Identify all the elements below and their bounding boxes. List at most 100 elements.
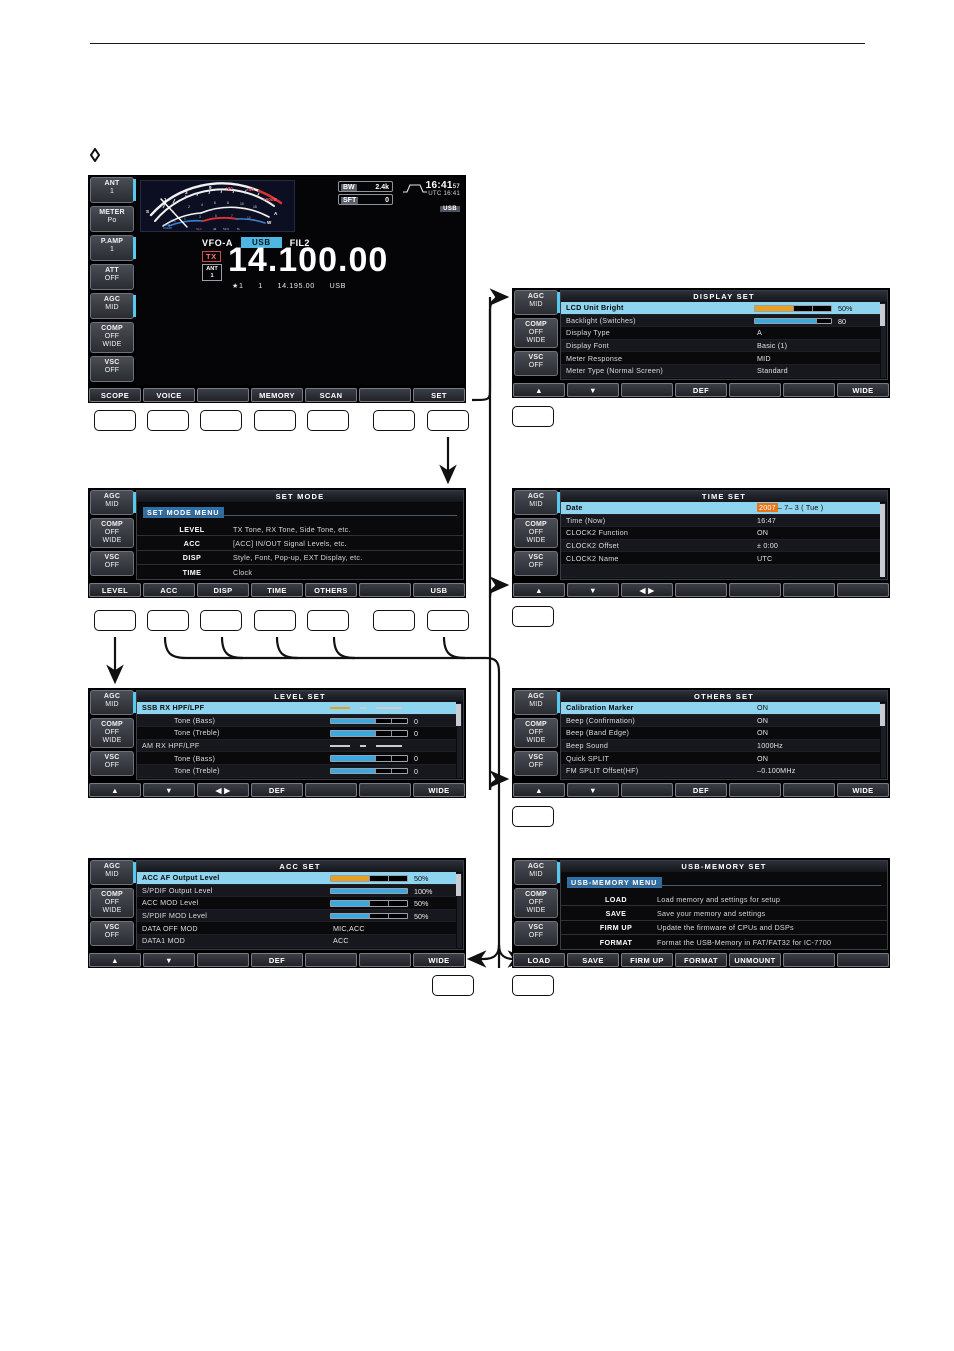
fkey-down[interactable]: ▼ [143,953,195,967]
fkey-def[interactable]: DEF [675,783,727,797]
scrollbar[interactable] [880,303,886,378]
table-row[interactable]: FM SPLIT Offset(HF) –0.100MHz [561,764,880,778]
fkey-scope[interactable]: SCOPE [89,388,141,402]
fkey-wide[interactable]: WIDE [837,783,889,797]
table-row[interactable]: Backlight (Switches) 80 [561,314,880,328]
push-button-disp[interactable] [200,610,242,631]
push-button-acc[interactable] [147,610,189,631]
table-row[interactable]: Beep (Band Edge) ON [561,727,880,740]
table-row[interactable]: Display Type A [561,327,880,340]
table-row[interactable]: LCD Unit Bright 50% [561,302,880,315]
table-row[interactable]: Tone (Bass) 0 [137,714,456,728]
side-button-comp[interactable]: COMP OFF WIDE [514,718,558,748]
table-row[interactable]: FM RX HPF/LPF [137,778,456,780]
usb-memory-item-firmup[interactable]: FIRM UP Update the firmware of CPUs and … [561,921,887,936]
fkey-blank-6[interactable] [197,953,249,967]
fkey-blank-7[interactable] [305,953,357,967]
row-slider[interactable] [754,305,832,312]
side-button-agc[interactable]: AGC MID [514,490,560,515]
fkey-time[interactable]: TIME [251,583,303,597]
date-year-highlight[interactable]: 2007 [757,503,778,513]
side-button-agc[interactable]: AGC MID [514,860,560,885]
side-button-comp[interactable]: COMP OFF WIDE [90,322,134,353]
table-row[interactable]: SSB RX HPF/LPF [137,702,456,715]
fkey-blank-2[interactable] [359,388,411,402]
row-slider[interactable] [330,730,408,737]
push-button-time-up[interactable] [512,606,554,627]
side-button-vsc[interactable]: VSC OFF [514,551,558,576]
set-mode-item-disp[interactable]: DISP Style, Font, Pop-up, EXT Display, e… [137,551,463,566]
row-slider[interactable] [330,755,408,762]
fkey-blank-17[interactable] [729,783,781,797]
fkey-acc[interactable]: ACC [143,583,195,597]
push-button-usb-load[interactable] [512,975,554,996]
side-button-agc[interactable]: AGC MID [514,690,560,715]
side-button-pamp[interactable]: P.AMP 1 [90,235,136,261]
fkey-blank-18[interactable] [783,783,835,797]
table-row[interactable]: CLOCK2 Name UTC [561,552,880,565]
fkey-blank-3[interactable] [359,583,411,597]
fkey-blank-19[interactable] [783,953,835,967]
fkey-def[interactable]: DEF [251,953,303,967]
push-button-level[interactable] [94,610,136,631]
side-button-meter[interactable]: METER Po [90,206,134,232]
side-button-agc[interactable]: AGC MID [514,290,560,315]
table-row[interactable]: ACC MOD Level 50% [137,897,456,910]
fkey-blank-5[interactable] [359,783,411,797]
set-mode-item-time[interactable]: TIME Clock [137,565,463,579]
side-button-vsc[interactable]: VSC OFF [514,921,558,946]
fkey-wide[interactable]: WIDE [837,383,889,397]
fkey-down[interactable]: ▼ [567,783,619,797]
fkey-blank-14[interactable] [783,583,835,597]
fkey-blank-11[interactable] [783,383,835,397]
fkey-usb[interactable]: USB [413,583,465,597]
side-button-vsc[interactable]: VSC OFF [514,751,558,776]
side-button-comp[interactable]: COMP OFF WIDE [90,718,134,748]
scrollbar[interactable] [880,703,886,778]
fkey-leftright[interactable]: ◀ ▶ [197,783,249,797]
side-button-agc[interactable]: AGC MID [90,293,136,319]
fkey-firm-up[interactable]: FIRM UP [621,953,673,967]
fkey-leftright[interactable]: ◀ ▶ [621,583,673,597]
usb-memory-item-save[interactable]: SAVE Save your memory and settings [561,906,887,921]
side-button-vsc[interactable]: VSC OFF [514,351,558,376]
table-row[interactable]: AM RX HPF/LPF [137,739,456,753]
fkey-blank-4[interactable] [305,783,357,797]
fkey-blank-16[interactable] [621,783,673,797]
scrollbar[interactable] [880,503,886,578]
push-button-acc-wide[interactable] [432,975,474,996]
table-row[interactable]: S/PDIF MOD Level 50% [137,909,456,923]
scrollbar[interactable] [456,703,462,778]
push-button-blank2[interactable] [373,410,415,431]
push-button-blank1[interactable] [200,410,242,431]
fkey-wide[interactable]: WIDE [413,783,465,797]
side-button-vsc[interactable]: VSC OFF [90,921,134,946]
fkey-blank-12[interactable] [675,583,727,597]
table-row[interactable]: CLOCK2 Function ON [561,527,880,540]
fkey-up[interactable]: ▲ [513,783,565,797]
fkey-disp[interactable]: DISP [197,583,249,597]
row-slider[interactable] [330,875,408,882]
table-row[interactable]: Meter Type (Normal Screen) Standard [561,364,880,378]
set-mode-item-level[interactable]: LEVEL TX Tone, RX Tone, Side Tone, etc. [137,522,463,537]
fkey-def[interactable]: DEF [675,383,727,397]
fkey-up[interactable]: ▲ [513,383,565,397]
side-button-att[interactable]: ATT OFF [90,264,134,290]
fkey-blank-8[interactable] [359,953,411,967]
table-row[interactable]: Beep (Confirmation) ON [561,714,880,728]
side-button-vsc[interactable]: VSC OFF [90,356,134,382]
table-row[interactable]: Quick SPLIT ON [561,752,880,765]
fkey-format[interactable]: FORMAT [675,953,727,967]
table-row[interactable]: S/PDIF Output Level 100% [137,884,456,898]
fkey-scan[interactable]: SCAN [305,388,357,402]
fkey-blank-1[interactable] [197,388,249,402]
fkey-others[interactable]: OTHERS [305,583,357,597]
fkey-def[interactable]: DEF [251,783,303,797]
table-row[interactable]: DATA OFF MOD MIC,ACC [137,922,456,935]
fkey-unmount[interactable]: UNMOUNT [729,953,781,967]
side-button-vsc[interactable]: VSC OFF [90,551,134,576]
fkey-up[interactable]: ▲ [89,953,141,967]
table-row[interactable]: Calibration Marker ON [561,702,880,715]
set-mode-item-acc[interactable]: ACC [ACC] IN/OUT Signal Levels, etc. [137,536,463,551]
fkey-blank-10[interactable] [729,383,781,397]
